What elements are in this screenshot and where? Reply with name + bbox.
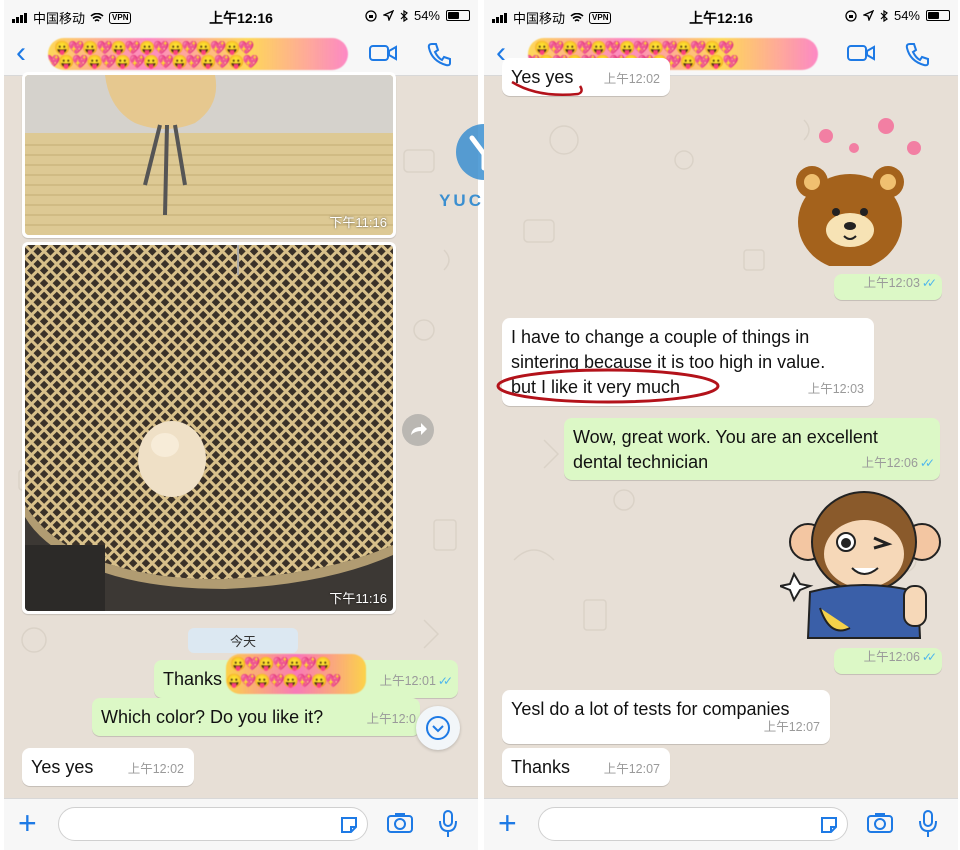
message-line: Wow, great work. You are an excellent bbox=[573, 427, 878, 447]
location-icon bbox=[382, 10, 394, 21]
phone-call-icon[interactable] bbox=[904, 41, 930, 67]
outgoing-message[interactable]: Wow, great work. You are an excellent de… bbox=[564, 418, 940, 480]
video-call-icon[interactable] bbox=[846, 41, 876, 65]
crown-on-mesh-image bbox=[25, 245, 393, 611]
battery-percent: 54% bbox=[413, 8, 440, 23]
orientation-lock-icon bbox=[365, 9, 377, 22]
battery-percent: 54% bbox=[893, 8, 920, 23]
chevron-down-icon bbox=[426, 716, 450, 740]
phone-call-icon[interactable] bbox=[426, 41, 452, 67]
message-text: Yesl do a lot of tests for companies bbox=[511, 699, 790, 719]
message-time: 上午12:01 bbox=[379, 674, 436, 688]
message-input-bar: + bbox=[484, 798, 958, 850]
left-phone-screen: 中国移动 VPN 上午12:16 54% ‹ 😛💖😛💖😛💖😛💖😛💖😛💖😛💖 💖😛… bbox=[4, 0, 478, 850]
message-time: 上午12:03 bbox=[807, 382, 864, 396]
bluetooth-icon bbox=[880, 9, 888, 22]
bluetooth-icon bbox=[400, 9, 408, 22]
chat-area[interactable]: Yes yes 上午12:02 上午12:03 ✓✓ I have to chan… bbox=[484, 58, 958, 798]
day-divider: 今天 bbox=[188, 628, 298, 653]
photo-message[interactable]: 下午11:16 bbox=[22, 242, 396, 614]
message-time: 上午12:0 bbox=[366, 712, 416, 726]
message-time: 上午12:06 bbox=[863, 650, 920, 664]
message-text: Thanks bbox=[511, 757, 571, 777]
message-time: 上午12:07 bbox=[603, 762, 660, 776]
camera-icon[interactable] bbox=[866, 811, 894, 835]
outgoing-message[interactable]: Which color? Do you like it? 上午12:0 bbox=[92, 698, 420, 736]
message-time: 上午12:06 bbox=[861, 456, 918, 470]
sticker-icon[interactable] bbox=[819, 815, 839, 835]
monkey-sticker[interactable] bbox=[780, 488, 950, 648]
sticker-icon[interactable] bbox=[339, 815, 359, 835]
right-phone-screen: 中国移动 VPN 上午12:16 54% ‹ 😛💖😛💖😛💖😛💖😛💖😛💖😛💖 💖😛… bbox=[484, 0, 958, 850]
emoji-overlay: 😛💖😛💖😛💖😛 😛💖😛💖😛💖😛💖 bbox=[226, 654, 366, 694]
contact-name-obscured: 😛💖😛💖😛💖😛💖😛💖😛💖😛💖 💖😛💖😛💖😛💖😛💖😛💖😛💖😛💖 bbox=[48, 38, 348, 70]
scroll-to-bottom-button[interactable] bbox=[416, 706, 460, 750]
message-line: sintering because it is too high in valu… bbox=[511, 352, 826, 372]
message-time: 上午12:02 bbox=[127, 762, 184, 776]
back-button[interactable]: ‹ bbox=[16, 36, 26, 70]
attach-plus-button[interactable]: + bbox=[18, 807, 37, 839]
photo-time: 下午11:16 bbox=[329, 215, 387, 230]
message-text: Yes yes bbox=[31, 757, 94, 777]
read-receipt-icon: ✓✓ bbox=[921, 276, 937, 290]
message-text: Which color? Do you like it? bbox=[101, 707, 324, 727]
status-bar: 中国移动 VPN 上午12:16 54% bbox=[484, 0, 958, 32]
camera-icon[interactable] bbox=[386, 811, 414, 835]
status-bar: 中国移动 VPN 上午12:16 54% bbox=[4, 0, 478, 32]
read-receipt-icon: ✓✓ bbox=[437, 674, 453, 688]
microphone-icon[interactable] bbox=[918, 809, 938, 839]
message-text: Thanks bbox=[163, 669, 223, 689]
message-input-bar: + bbox=[4, 798, 478, 850]
chat-header: ‹ 😛💖😛💖😛💖😛💖😛💖😛💖😛💖 💖😛💖😛💖😛💖😛💖😛💖😛💖😛💖 bbox=[4, 32, 478, 76]
crown-on-pin-image bbox=[25, 75, 393, 235]
chat-area[interactable]: 下午11:16 下午11:16 今天 Thanks 上午12:01 ✓✓ 😛💖😛… bbox=[4, 72, 478, 798]
orientation-lock-icon bbox=[845, 9, 857, 22]
video-call-icon[interactable] bbox=[368, 41, 398, 65]
sticker-timestamp: 上午12:06 ✓✓ bbox=[834, 648, 942, 674]
message-input[interactable] bbox=[538, 807, 848, 841]
battery-icon bbox=[446, 10, 470, 21]
bear-sticker[interactable] bbox=[788, 116, 948, 266]
message-text: Yes yes bbox=[511, 67, 574, 87]
sticker-timestamp: 上午12:03 ✓✓ bbox=[834, 274, 942, 300]
location-icon bbox=[862, 10, 874, 21]
forward-button[interactable] bbox=[402, 414, 434, 446]
microphone-icon[interactable] bbox=[438, 809, 458, 839]
share-arrow-icon bbox=[411, 423, 427, 435]
message-time: 上午12:02 bbox=[603, 72, 660, 86]
message-line: I have to change a couple of things in bbox=[511, 327, 810, 347]
read-receipt-icon: ✓✓ bbox=[921, 650, 937, 664]
incoming-message[interactable]: Yes yes 上午12:02 bbox=[22, 748, 194, 786]
incoming-message[interactable]: Thanks 上午12:07 bbox=[502, 748, 670, 786]
message-time: 上午12:07 bbox=[763, 720, 820, 734]
battery-icon bbox=[926, 10, 950, 21]
incoming-message[interactable]: Yesl do a lot of tests for companies 上午1… bbox=[502, 690, 830, 744]
message-input[interactable] bbox=[58, 807, 368, 841]
photo-time: 下午11:16 bbox=[329, 591, 387, 606]
incoming-message-partial[interactable]: Yes yes 上午12:02 bbox=[502, 58, 670, 96]
incoming-message[interactable]: I have to change a couple of things in s… bbox=[502, 318, 874, 406]
photo-message[interactable]: 下午11:16 bbox=[22, 72, 396, 238]
attach-plus-button[interactable]: + bbox=[498, 807, 517, 839]
message-time: 上午12:03 bbox=[863, 276, 920, 290]
read-receipt-icon: ✓✓ bbox=[919, 456, 935, 470]
